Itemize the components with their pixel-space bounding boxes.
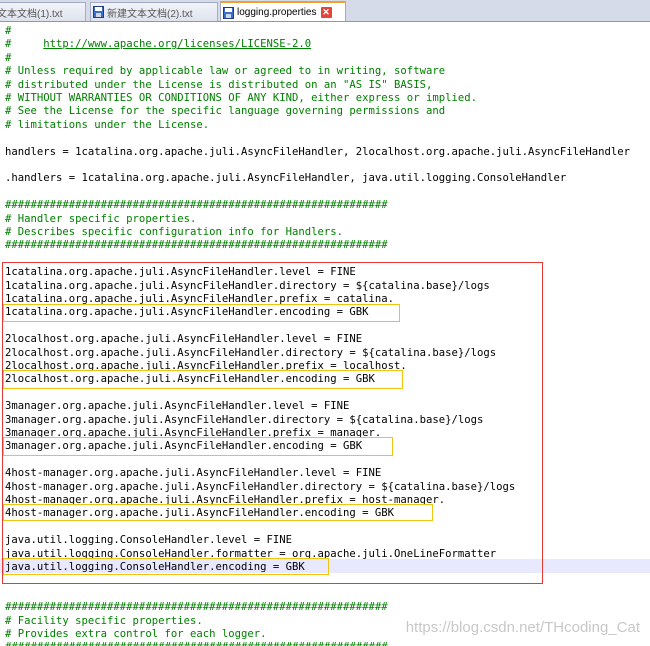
comment-line: # Provides extra control for each logger… <box>5 628 267 640</box>
tab-file-1[interactable]: 文本文档(1).txt <box>0 2 86 21</box>
comment-line: ########################################… <box>5 199 388 212</box>
comment-line: # <box>5 51 12 64</box>
yellow-highlight-box-console <box>3 558 329 575</box>
comment-line: ########################################… <box>5 641 388 646</box>
comment-line: ########################################… <box>5 239 388 252</box>
code-line: .handlers = 1catalina.org.apache.juli.As… <box>5 172 567 185</box>
text-editor[interactable]: # # http://www.apache.org/licenses/LICENS… <box>0 22 650 646</box>
tab-bar: 文本文档(1).txt 新建文本文档(2).txt logging.proper… <box>0 0 650 22</box>
tab-file-2[interactable]: 新建文本文档(2).txt <box>90 2 218 21</box>
code-line: handlers = 1catalina.org.apache.juli.Asy… <box>5 145 631 158</box>
watermark: https://blog.csdn.net/THcoding_Cat <box>405 619 640 636</box>
comment-line: # See the License for the specific langu… <box>5 105 446 118</box>
comment-line: # Describes specific configuration info … <box>5 226 344 238</box>
comment-line: # limitations under the License. <box>5 118 210 131</box>
tab-logging-properties[interactable]: logging.properties ✕ <box>220 1 346 21</box>
close-tab-icon[interactable]: ✕ <box>320 7 332 18</box>
license-link[interactable]: http://www.apache.org/licenses/LICENSE-2… <box>43 38 311 50</box>
comment-line: # Unless required by applicable law or a… <box>5 65 446 78</box>
tab-label: logging.properties <box>237 7 317 18</box>
yellow-highlight-box-catalina <box>3 304 400 322</box>
comment-line: # <box>5 25 12 37</box>
save-disk-icon <box>223 6 234 19</box>
tab-label: 文本文档(1).txt <box>0 8 63 20</box>
yellow-highlight-box-manager <box>3 437 393 456</box>
yellow-highlight-box-host-manager <box>3 504 433 521</box>
save-disk-icon <box>93 6 104 18</box>
comment-line: # WITHOUT WARRANTIES OR CONDITIONS OF AN… <box>5 92 477 104</box>
tab-label: 新建文本文档(2).txt <box>107 8 193 20</box>
comment-line: # Facility specific properties. <box>5 614 203 627</box>
comment-line: # distributed under the License is distr… <box>5 78 433 91</box>
comment-line: ########################################… <box>5 601 388 614</box>
comment-line: # http://www.apache.org/licenses/LICENSE… <box>5 38 312 51</box>
comment-line: # Handler specific properties. <box>5 212 197 225</box>
yellow-highlight-box-localhost <box>3 370 403 389</box>
